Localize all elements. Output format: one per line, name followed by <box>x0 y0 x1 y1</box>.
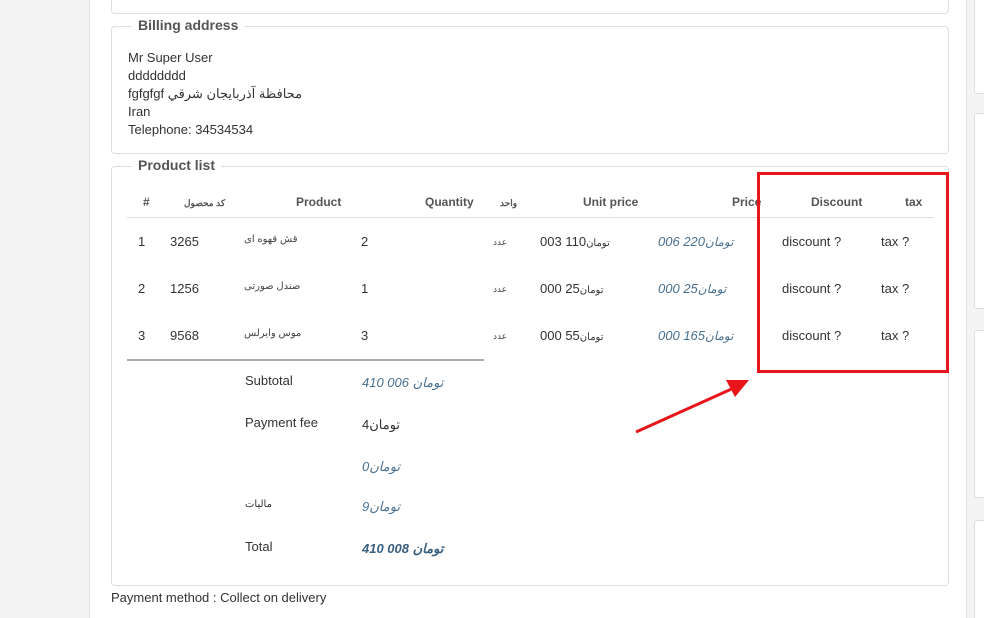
billing-address-lines: Mr Super User dddddddd fgfgfgf محافظة آذ… <box>128 49 302 139</box>
side-panel-2 <box>974 113 984 309</box>
left-gutter <box>0 0 89 618</box>
totals-divider <box>127 359 484 361</box>
subtotal-label: Subtotal <box>245 373 293 388</box>
col-header-unit-price: Unit price <box>583 195 639 209</box>
row-unit-price: تومان25 000 <box>540 281 604 296</box>
row-discount: discount ? <box>782 234 842 249</box>
col-header-unit: واحد <box>500 198 518 208</box>
subtotal-row: Subtotal 410 006 تومان <box>245 373 545 393</box>
tax-total-label: مالیات <box>245 499 272 510</box>
row-quantity: 1 <box>361 281 369 296</box>
row-unit-price: تومان55 000 <box>540 328 604 343</box>
right-side-panels <box>967 0 984 618</box>
grand-total-row: Total 410 008 تومان <box>245 539 545 559</box>
row-unit: عدد <box>493 284 508 294</box>
tax-total-row: مالیات 9تومان <box>245 497 545 517</box>
row-num: 2 <box>138 281 146 296</box>
product-list-fieldset: Product list # کد محصول Product Quantity… <box>111 157 949 586</box>
row-quantity: 2 <box>361 234 369 249</box>
billing-city-state: fgfgfgf محافظة آذربایجان شرقي <box>128 86 303 101</box>
row-code: 9568 <box>170 328 199 343</box>
row-unit: عدد <box>493 331 508 341</box>
row-tax: tax ? <box>881 328 910 343</box>
col-header-code: کد محصول <box>184 198 226 208</box>
billing-address-fieldset: Billing address Mr Super User dddddddd f… <box>111 17 949 154</box>
row-num: 3 <box>138 328 146 343</box>
row-quantity: 3 <box>361 328 369 343</box>
order-details-panel: (...) Billing address Mr Super User dddd… <box>89 0 967 618</box>
row-discount: discount ? <box>782 281 842 296</box>
row-unit: عدد <box>493 237 508 247</box>
row-num: 1 <box>138 234 146 249</box>
shipping-row: 0تومان <box>245 457 545 477</box>
side-panel-4 <box>974 520 984 618</box>
row-product-name[interactable]: قش قهوه ای <box>244 234 298 245</box>
row-product-name[interactable]: موس وایرلس <box>244 328 301 339</box>
col-header-num: # <box>143 195 150 209</box>
payment-method-text: Payment method : Collect on delivery <box>111 590 327 605</box>
grand-total-label: Total <box>245 539 273 554</box>
side-panel-1 <box>974 0 984 94</box>
table-row: 3 9568 موس وایرلس 3 عدد تومان55 000 توما… <box>127 328 934 348</box>
payment-fee-label: Payment fee <box>245 415 318 430</box>
row-price: تومان165 000 <box>658 328 734 343</box>
side-panel-3 <box>974 330 984 498</box>
table-row: 1 3265 قش قهوه ای 2 عدد تومان110 003 توم… <box>127 234 934 254</box>
col-header-discount: Discount <box>811 195 863 209</box>
billing-country: Iran <box>128 104 151 119</box>
billing-address-line: dddddddd <box>128 68 186 83</box>
table-row: 2 1256 صندل صورتی 1 عدد تومان25 000 توما… <box>127 281 934 301</box>
billing-telephone: Telephone: 34534534 <box>128 122 254 137</box>
col-header-product: Product <box>296 195 342 209</box>
row-unit-price: تومان110 003 <box>540 234 610 249</box>
payment-fee-row: Payment fee 4تومان <box>245 415 545 435</box>
billing-address-legend: Billing address <box>132 17 245 33</box>
row-product-name[interactable]: صندل صورتی <box>244 281 300 292</box>
row-code: 3265 <box>170 234 199 249</box>
product-list-legend: Product list <box>132 157 222 173</box>
subtotal-value: 410 006 تومان <box>362 375 444 390</box>
tax-total-value: 9تومان <box>362 499 401 514</box>
row-tax: tax ? <box>881 281 910 296</box>
previous-fieldset: (...) <box>111 0 949 14</box>
shipping-value: 0تومان <box>362 459 401 474</box>
row-code: 1256 <box>170 281 199 296</box>
billing-name: Mr Super User <box>128 50 213 65</box>
col-header-quantity: Quantity <box>425 195 474 209</box>
row-discount: discount ? <box>782 328 842 343</box>
col-header-price: Price <box>732 195 762 209</box>
payment-fee-value: 4تومان <box>362 417 401 432</box>
row-price: تومان25 000 <box>658 281 727 296</box>
row-tax: tax ? <box>881 234 910 249</box>
row-price: تومان220 006 <box>658 234 734 249</box>
product-table-header: # کد محصول Product Quantity واحد Unit pr… <box>127 195 934 218</box>
grand-total-value: 410 008 تومان <box>362 541 444 556</box>
col-header-tax: tax <box>905 195 923 209</box>
